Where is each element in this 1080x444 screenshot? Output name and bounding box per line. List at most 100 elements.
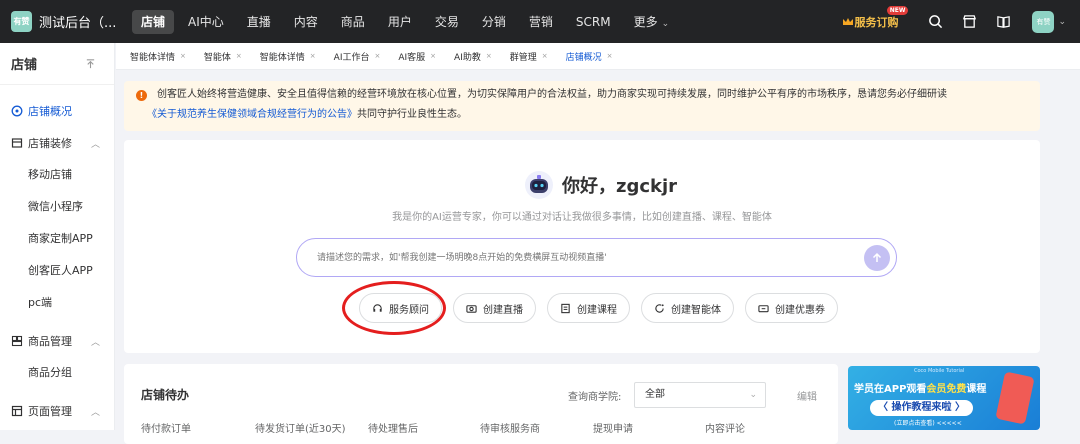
store-todo-panel: 店铺待办 查询商学院: 全部 ⌄ 编辑 待付款订单 待发货订单(近30天) 待处…	[124, 364, 838, 444]
service-subscription-button[interactable]: 服务订购 NEW	[842, 5, 909, 30]
create-course-button[interactable]: 创建课程	[547, 293, 630, 323]
sidebar-header: 店铺	[0, 43, 114, 85]
todo-col-provider-review[interactable]: 待审核服务商	[480, 420, 593, 435]
warning-icon: !	[136, 89, 147, 101]
close-icon[interactable]: ×	[310, 52, 316, 60]
create-agent-button[interactable]: 创建智能体	[641, 293, 734, 323]
top-right-tools: 服务订购 NEW 有赞 ⌄	[842, 0, 1066, 43]
create-live-button[interactable]: 创建直播	[453, 293, 536, 323]
notice-text: 创客匠人始终将营造健康、安全且值得信赖的经营环境放在核心位置，为切实保障用户的合…	[157, 89, 947, 100]
close-icon[interactable]: ×	[236, 52, 242, 60]
chevron-down-icon: ⌄	[661, 18, 670, 29]
sidebar: 店铺 店铺概况 店铺装修 ︿ 移动店铺 微信小程序 商家定制APP 创客匠人AP…	[0, 43, 115, 430]
nav-item-marketing[interactable]: 营销	[520, 10, 562, 34]
academy-query-label: 查询商学院:	[568, 392, 622, 403]
sidebar-item-product-groups[interactable]: 商品分组	[0, 357, 114, 389]
banner-headline-b: 会员免费	[926, 384, 967, 395]
greeting-text: 你好，zgckjr	[562, 176, 678, 197]
tab-agent-detail-2[interactable]: 智能体详情 ×	[260, 43, 316, 70]
avatar[interactable]: 有赞	[1032, 10, 1055, 33]
todo-col-aftersale[interactable]: 待处理售后	[368, 420, 480, 435]
close-icon[interactable]: ×	[180, 52, 186, 60]
pin-icon[interactable]	[85, 58, 96, 69]
academy-select[interactable]: 全部 ⌄	[634, 382, 766, 408]
sidebar-item-custom-app[interactable]: 商家定制APP	[0, 223, 114, 255]
shop-decoration-icon	[11, 138, 23, 148]
tab-agent[interactable]: 智能体 ×	[204, 43, 242, 70]
page-icon	[11, 405, 23, 417]
chevron-up-icon: ︿	[90, 407, 100, 418]
sidebar-item-maker-app[interactable]: 创客匠人APP	[0, 255, 114, 287]
banner-headline: 学员在APP观看会员免费课程	[854, 380, 986, 395]
banner-headline-c: 课程	[966, 384, 987, 395]
sidebar-group-label: 页面管理	[28, 405, 72, 418]
assistant-prompt-input[interactable]	[296, 238, 897, 277]
tab-label: 店铺概况	[565, 52, 602, 63]
sidebar-item-label: 店铺概况	[28, 105, 72, 118]
quick-action-label: 创建直播	[483, 304, 523, 316]
top-navbar: 有赞 测试后台（... 店铺 AI中心 直播 内容 商品 用户 交易 分销 营销…	[0, 0, 1080, 43]
book-icon[interactable]	[995, 14, 1011, 30]
tab-ai-workbench[interactable]: AI工作台 ×	[334, 43, 381, 70]
todo-col-withdrawal[interactable]: 提现申请	[593, 420, 705, 435]
nav-item-ai-center[interactable]: AI中心	[179, 10, 233, 34]
tab-label: AI客服	[398, 52, 426, 63]
logo-icon: 有赞	[11, 11, 32, 32]
arrow-up-icon	[872, 252, 882, 262]
app-logo[interactable]: 有赞 测试后台（...	[0, 11, 132, 32]
nav-item-trade[interactable]: 交易	[426, 10, 468, 34]
edit-link[interactable]: 编辑	[797, 388, 817, 403]
todo-col-unpaid[interactable]: 待付款订单	[141, 420, 255, 435]
todo-col-unshipped[interactable]: 待发货订单(近30天)	[255, 420, 368, 435]
notice-link[interactable]: 《关于规范养生保健领域合规经营行为的公告》	[147, 109, 357, 120]
nav-item-distribution[interactable]: 分销	[473, 10, 515, 34]
page-tabs: 智能体详情 × 智能体 × 智能体详情 × AI工作台 × AI客服 × AI助教 × 群管…	[116, 43, 1080, 70]
app-tutorial-banner[interactable]: Coco Mobile Tutorial 学员在APP观看会员免费课程 〈 操作…	[848, 366, 1040, 430]
agent-icon	[655, 303, 664, 313]
banner-cta: (立即点击查看) <<<<<	[894, 420, 962, 427]
sidebar-item-mobile-store[interactable]: 移动店铺	[0, 159, 114, 191]
todo-col-comments[interactable]: 内容评论	[705, 420, 795, 435]
sidebar-group-pages[interactable]: 页面管理 ︿	[0, 395, 114, 427]
tab-ai-service[interactable]: AI客服 ×	[398, 43, 436, 70]
nav-item-users[interactable]: 用户	[379, 10, 421, 34]
sidebar-group-label: 商品管理	[28, 335, 72, 348]
tab-ai-assistant[interactable]: AI助教 ×	[454, 43, 492, 70]
create-coupon-button[interactable]: 创建优惠券	[745, 293, 838, 323]
close-icon[interactable]: ×	[374, 52, 380, 60]
search-icon[interactable]	[927, 14, 943, 30]
coupon-icon	[758, 304, 769, 312]
sidebar-group-decoration[interactable]: 店铺装修 ︿	[0, 127, 114, 159]
nav-item-more[interactable]: 更多 ⌄	[625, 10, 679, 34]
ai-assistant-card: 你好，zgckjr 我是你的AI运营专家，你可以通过对话让我做很多事情，比如创建…	[124, 140, 1040, 353]
course-icon	[561, 303, 570, 313]
close-icon[interactable]: ×	[486, 52, 492, 60]
sidebar-item-pc[interactable]: pc端	[0, 287, 114, 319]
banner-headline-a: 学员在APP观看	[854, 384, 927, 395]
main-nav: 店铺 AI中心 直播 内容 商品 用户 交易 分销 营销 SCRM 更多 ⌄	[132, 0, 683, 43]
send-button[interactable]	[864, 245, 890, 271]
nav-item-live[interactable]: 直播	[238, 10, 280, 34]
tab-agent-detail[interactable]: 智能体详情 ×	[130, 43, 186, 70]
tab-store-overview[interactable]: 店铺概况 ×	[566, 43, 613, 70]
chevron-down-icon[interactable]: ⌄	[1058, 17, 1066, 27]
sidebar-item-overview[interactable]: 店铺概况	[0, 95, 114, 127]
nav-item-content[interactable]: 内容	[285, 10, 327, 34]
tab-label: 智能体详情	[130, 52, 176, 63]
nav-more-label: 更多	[633, 14, 658, 29]
quick-action-label: 创建课程	[577, 304, 617, 316]
sidebar-group-products[interactable]: 商品管理 ︿	[0, 325, 114, 357]
close-icon[interactable]: ×	[542, 52, 548, 60]
store-icon[interactable]	[961, 14, 977, 30]
nav-item-scrm[interactable]: SCRM	[567, 10, 620, 34]
nav-item-products[interactable]: 商品	[332, 10, 374, 34]
robot-icon	[525, 171, 553, 199]
nav-item-store[interactable]: 店铺	[132, 9, 175, 34]
quick-action-label: 创建优惠券	[775, 304, 825, 316]
close-icon[interactable]: ×	[430, 52, 436, 60]
close-icon[interactable]: ×	[607, 52, 613, 60]
banner-tutorial-label: 〈 操作教程来啦 〉	[870, 400, 973, 416]
tab-label: AI工作台	[333, 52, 370, 63]
tab-group-management[interactable]: 群管理 ×	[510, 43, 548, 70]
sidebar-item-wechat-miniprogram[interactable]: 微信小程序	[0, 191, 114, 223]
